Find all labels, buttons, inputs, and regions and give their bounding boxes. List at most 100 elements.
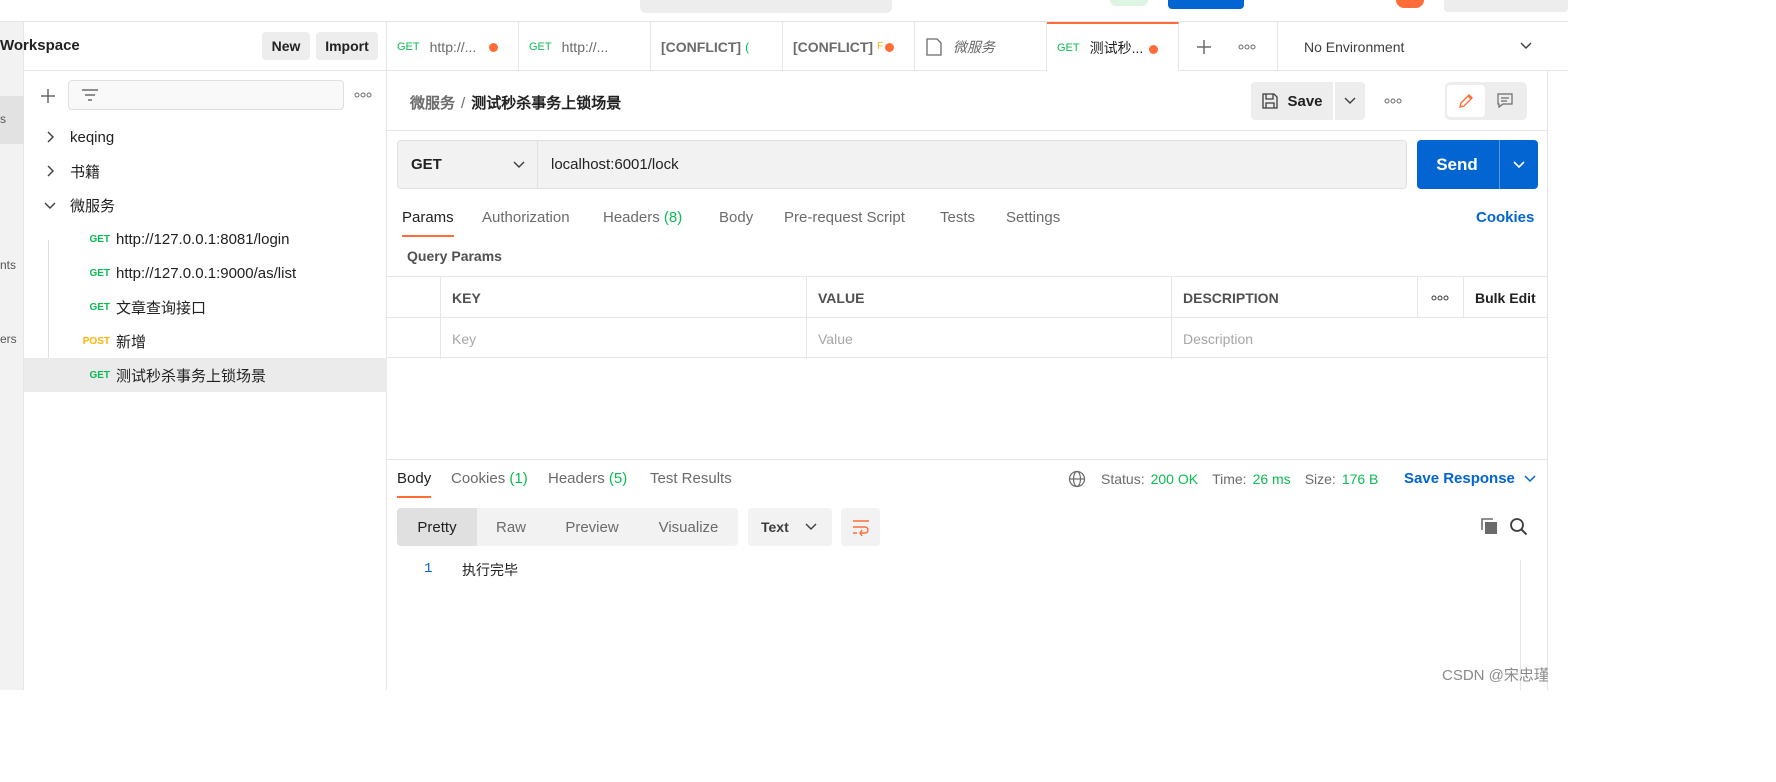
upgrade-button[interactable]	[1444, 0, 1568, 12]
filter-input[interactable]	[68, 80, 344, 110]
method-badge: GET	[397, 40, 420, 53]
tab-headers[interactable]: Headers (8)	[603, 209, 682, 237]
wrap-lines-button[interactable]	[841, 508, 880, 546]
format-preview[interactable]: Preview	[545, 508, 639, 546]
chevron-down-icon	[513, 161, 525, 168]
save-response-button[interactable]: Save Response	[1404, 470, 1536, 487]
tree-request-as-list[interactable]: GET http://127.0.0.1:9000/as/list	[24, 256, 387, 290]
text-format-label: Text	[761, 519, 789, 535]
breadcrumb-current[interactable]: 测试秒杀事务上锁场景	[471, 95, 621, 112]
response-status-line: Status: 200 OK Time: 26 ms Size: 176 B	[1068, 470, 1378, 488]
save-response-label: Save Response	[1404, 470, 1515, 487]
method-badge: GET	[1057, 41, 1080, 54]
sidebar-toolbar	[24, 72, 387, 118]
edit-mode-button[interactable]	[1447, 85, 1485, 117]
tab-request-1[interactable]: GET http://...	[387, 22, 519, 71]
cookies-link[interactable]: Cookies	[1476, 209, 1534, 226]
method-badge: GET	[89, 233, 110, 245]
more-icon[interactable]	[354, 92, 372, 98]
tab-conflict-1[interactable]: [CONFLICT] (	[651, 22, 783, 71]
save-dropdown-button[interactable]	[1335, 82, 1365, 120]
tab-label: 微服务	[953, 38, 995, 55]
tree-item-label: 测试秒杀事务上锁场景	[116, 367, 267, 385]
response-tab-cookies-count: (1)	[509, 470, 528, 487]
value-input[interactable]: Value	[806, 318, 1171, 359]
response-tab-body[interactable]: Body	[397, 470, 432, 498]
tree-folder-microservices[interactable]: 微服务	[24, 188, 387, 222]
rail-label-environments[interactable]: nts	[0, 258, 16, 272]
new-tab-plus-icon[interactable]	[1196, 39, 1212, 55]
save-button[interactable]: Save	[1251, 82, 1333, 120]
chevron-down-icon	[1513, 160, 1525, 168]
url-value: localhost:6001/lock	[551, 156, 679, 173]
bulk-edit-button[interactable]: Bulk Edit	[1463, 277, 1547, 318]
rail-label-mock-servers[interactable]: ers	[0, 332, 17, 346]
environment-selector[interactable]: No Environment	[1277, 22, 1547, 71]
import-button[interactable]: Import	[316, 32, 378, 60]
tab-prerequest-script[interactable]: Pre-request Script	[784, 209, 905, 237]
tree-request-lock-test[interactable]: GET 测试秒杀事务上锁场景	[24, 358, 387, 392]
format-pretty[interactable]: Pretty	[397, 508, 477, 546]
tree-item-label: http://127.0.0.1:8081/login	[116, 230, 290, 248]
breadcrumb-parent[interactable]: 微服务	[410, 95, 455, 112]
comments-icon[interactable]	[1496, 92, 1514, 110]
send-button[interactable]: Send	[1417, 140, 1497, 189]
description-input[interactable]: Description	[1171, 318, 1547, 359]
tab-conflict-2[interactable]: [CONFLICT] F	[783, 22, 915, 71]
chevron-down-icon	[805, 523, 817, 530]
tab-headers-label: Headers	[603, 209, 660, 226]
sync-status-icon[interactable]	[1110, 0, 1148, 6]
tab-params[interactable]: Params	[402, 209, 454, 237]
send-dropdown-button[interactable]	[1501, 140, 1537, 189]
conflict-indicator-icon: F	[877, 41, 884, 52]
tab-request-active[interactable]: GET 测试秒...	[1047, 22, 1179, 71]
key-input[interactable]: Key	[440, 318, 806, 359]
tab-label: http://...	[561, 38, 609, 55]
response-tab-test-results[interactable]: Test Results	[650, 470, 732, 498]
new-button[interactable]: New	[262, 32, 310, 60]
status-value[interactable]: 200 OK	[1151, 471, 1198, 487]
response-divider[interactable]	[387, 459, 1547, 460]
search-bar[interactable]	[640, 0, 892, 13]
response-tab-cookies[interactable]: Cookies (1)	[451, 470, 528, 498]
workspace-header: Workspace New Import	[0, 22, 387, 71]
tab-authorization[interactable]: Authorization	[482, 209, 570, 237]
key-column-header: KEY	[440, 277, 806, 318]
tree-request-login[interactable]: GET http://127.0.0.1:8081/login	[24, 222, 387, 256]
view-mode-toggle	[1445, 82, 1527, 120]
tab-label: http://...	[429, 38, 477, 55]
globe-icon[interactable]	[1068, 470, 1086, 488]
tab-collection[interactable]: 微服务	[915, 22, 1047, 71]
size-value[interactable]: 176 B	[1342, 471, 1379, 487]
method-select[interactable]: GET	[397, 140, 538, 189]
format-visualize[interactable]: Visualize	[639, 508, 738, 546]
invite-button[interactable]	[1168, 0, 1244, 9]
search-icon[interactable]	[1509, 517, 1528, 536]
plus-icon[interactable]	[40, 88, 56, 104]
time-value[interactable]: 26 ms	[1253, 471, 1291, 487]
text-format-select[interactable]: Text	[748, 508, 832, 546]
tree-request-add[interactable]: POST 新增	[24, 324, 387, 358]
url-input[interactable]: localhost:6001/lock	[538, 140, 1407, 189]
tab-more-icon[interactable]	[1238, 44, 1256, 50]
copy-icon[interactable]	[1480, 517, 1499, 536]
format-raw[interactable]: Raw	[477, 508, 545, 546]
watermark: CSDN @宋忠瑾	[1442, 667, 1549, 684]
filter-icon	[82, 89, 98, 101]
tab-tests[interactable]: Tests	[940, 209, 975, 237]
request-more-icon[interactable]	[1384, 98, 1402, 104]
response-tab-headers[interactable]: Headers (5)	[548, 470, 627, 498]
tree-folder-keqing[interactable]: keqing	[24, 120, 387, 154]
tree-item-label: 文章查询接口	[116, 299, 207, 317]
tree-request-article-query[interactable]: GET 文章查询接口	[24, 290, 387, 324]
rail-label-collections: s	[0, 112, 6, 126]
tab-body[interactable]: Body	[719, 209, 753, 237]
table-row: Key Value Description	[387, 318, 1547, 359]
table-options-button[interactable]	[1417, 277, 1463, 318]
tree-folder-books[interactable]: 书籍	[24, 154, 387, 188]
tree-item-label: keqing	[70, 128, 115, 146]
avatar[interactable]	[1396, 0, 1424, 8]
tab-label: 测试秒...	[1089, 39, 1144, 56]
tab-request-2[interactable]: GET http://...	[519, 22, 651, 71]
tab-settings[interactable]: Settings	[1006, 209, 1060, 237]
